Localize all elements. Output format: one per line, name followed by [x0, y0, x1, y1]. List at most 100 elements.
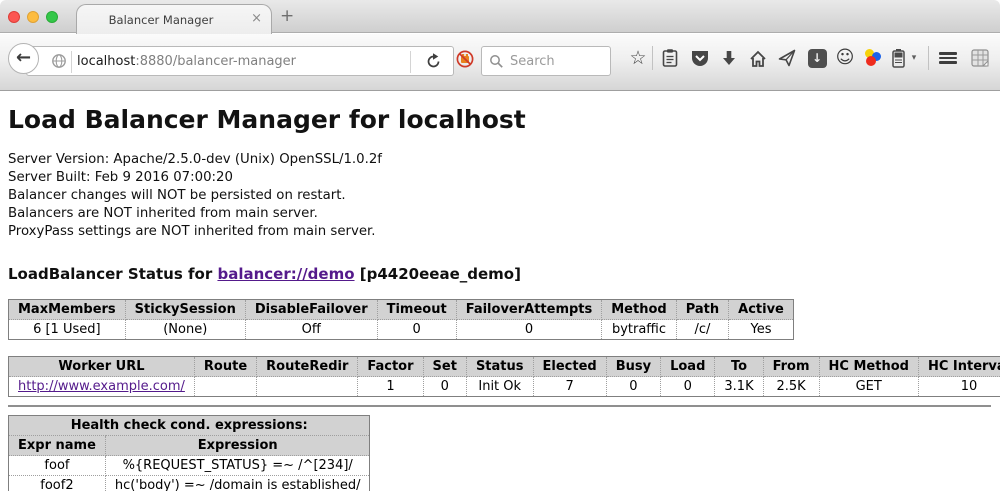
- cell-disablefailover: Off: [245, 320, 377, 340]
- cell-worker-url: http://www.example.com/: [9, 377, 195, 397]
- loadbalancer-status-heading: LoadBalancer Status for balancer://demo …: [8, 265, 991, 283]
- downloads-button[interactable]: [717, 46, 741, 70]
- browser-window: Balancer Manager × + ← localhost:8880/ba…: [0, 0, 1000, 491]
- video-download-helper-button[interactable]: ↓: [805, 46, 829, 70]
- cell-to: 3.1K: [715, 377, 763, 397]
- column-header: Path: [676, 300, 728, 320]
- search-input[interactable]: [510, 48, 606, 74]
- battery-icon: [891, 48, 906, 68]
- cell-failoverattempts: 0: [456, 320, 602, 340]
- table-header-row: MaxMembers StickySession DisableFailover…: [9, 300, 794, 320]
- colored-dots-icon: [862, 48, 882, 68]
- balancer-demo-link[interactable]: balancer://demo: [217, 265, 354, 283]
- window-minimize-button[interactable]: [27, 11, 39, 23]
- home-icon: [748, 49, 768, 68]
- health-check-table: Health check cond. expressions: Expr nam…: [8, 415, 370, 491]
- cell-elected: 7: [533, 377, 606, 397]
- reading-list-button[interactable]: [658, 46, 682, 70]
- column-header: Method: [602, 300, 676, 320]
- cell-expr-name: foof2: [9, 476, 106, 491]
- table-header-row: Worker URL Route RouteRedir Factor Set S…: [9, 357, 1000, 377]
- cell-expression: %{REQUEST_STATUS} =~ /^[234]/: [105, 456, 370, 476]
- new-tab-button[interactable]: +: [280, 6, 294, 26]
- persist-note-line: Balancer changes will NOT be persisted o…: [8, 187, 991, 205]
- tab-close-icon[interactable]: ×: [251, 11, 262, 26]
- column-header: Factor: [358, 357, 423, 377]
- navigation-toolbar: ← localhost:8880/balancer-manager: [0, 34, 1000, 91]
- window-close-button[interactable]: [8, 11, 20, 23]
- pocket-icon: [690, 49, 710, 68]
- column-header: Status: [466, 357, 533, 377]
- column-header: Route: [194, 357, 256, 377]
- server-info: Server Version: Apache/2.5.0-dev (Unix) …: [8, 151, 991, 241]
- cell-timeout: 0: [377, 320, 456, 340]
- bookmark-star-button[interactable]: ☆: [626, 46, 650, 70]
- reload-icon[interactable]: [424, 52, 443, 71]
- worker-url-link[interactable]: http://www.example.com/: [18, 379, 185, 394]
- window-zoom-button[interactable]: [46, 11, 58, 23]
- hamburger-icon: [939, 50, 957, 66]
- grid-page-icon: [970, 48, 990, 68]
- pocket-button[interactable]: [688, 46, 712, 70]
- cell-load: 0: [661, 377, 715, 397]
- cell-hc-method: GET: [819, 377, 918, 397]
- cell-path: /c/: [676, 320, 728, 340]
- extension-dropdown-button[interactable]: ▾: [906, 46, 922, 70]
- square-download-icon: ↓: [808, 49, 827, 68]
- table-row: http://www.example.com/ 1 0 Init Ok 7 0 …: [9, 377, 1000, 397]
- page-grid-extension-button[interactable]: [968, 46, 992, 70]
- send-tab-button[interactable]: [775, 46, 799, 70]
- toolbar-separator: [928, 46, 929, 70]
- column-header: To: [715, 357, 763, 377]
- cell-busy: 0: [606, 377, 660, 397]
- back-arrow-icon: ←: [16, 47, 31, 68]
- column-header: RouteRedir: [257, 357, 358, 377]
- page-content: Load Balancer Manager for localhost Serv…: [0, 91, 1000, 491]
- toolbar-separator: [652, 46, 653, 70]
- colored-dots-extension-button[interactable]: [860, 46, 884, 70]
- column-header: Timeout: [377, 300, 456, 320]
- table-caption-row: Health check cond. expressions:: [9, 416, 370, 436]
- table-row: 6 [1 Used] (None) Off 0 0 bytraffic /c/ …: [9, 320, 794, 340]
- proxypass-note-line: ProxyPass settings are NOT inherited fro…: [8, 223, 991, 241]
- titlebar: Balancer Manager × +: [0, 0, 1000, 33]
- globe-icon: [51, 53, 67, 69]
- cell-status: Init Ok: [466, 377, 533, 397]
- column-header: Active: [729, 300, 794, 320]
- url-divider: [71, 51, 72, 73]
- column-header: StickySession: [125, 300, 245, 320]
- column-header: Worker URL: [9, 357, 195, 377]
- feedback-smiley-button[interactable]: ☺: [833, 46, 857, 70]
- horizontal-rule: [8, 405, 991, 407]
- search-bar[interactable]: [481, 46, 611, 76]
- cell-set: 0: [423, 377, 466, 397]
- column-header: MaxMembers: [9, 300, 126, 320]
- column-header: Elected: [533, 357, 606, 377]
- cell-from: 2.5K: [763, 377, 819, 397]
- cell-factor: 1: [358, 377, 423, 397]
- cell-active: Yes: [729, 320, 794, 340]
- column-header: Load: [661, 357, 715, 377]
- table-header-row: Expr name Expression: [9, 436, 370, 456]
- clipboard-icon: [661, 48, 679, 68]
- tab-balancer-manager[interactable]: Balancer Manager ×: [76, 4, 272, 34]
- server-built-line: Server Built: Feb 9 2016 07:00:20: [8, 169, 991, 187]
- plugin-blocked-icon[interactable]: [456, 50, 474, 68]
- download-arrow-icon: [720, 49, 738, 68]
- star-icon: ☆: [629, 49, 646, 68]
- table-row: foof %{REQUEST_STATUS} =~ /^[234]/: [9, 456, 370, 476]
- server-version-line: Server Version: Apache/2.5.0-dev (Unix) …: [8, 151, 991, 169]
- url-text[interactable]: localhost:8880/balancer-manager: [77, 54, 296, 69]
- cell-maxmembers: 6 [1 Used]: [9, 320, 126, 340]
- tab-title: Balancer Manager: [77, 13, 245, 27]
- home-button[interactable]: [746, 46, 770, 70]
- menu-button[interactable]: [936, 46, 960, 70]
- paper-plane-icon: [777, 48, 797, 68]
- cell-expr-name: foof: [9, 456, 106, 476]
- column-header: Set: [423, 357, 466, 377]
- url-bar[interactable]: localhost:8880/balancer-manager: [26, 46, 454, 76]
- column-header: HC Interval: [918, 357, 1000, 377]
- back-button[interactable]: ←: [8, 43, 39, 74]
- column-header: DisableFailover: [245, 300, 377, 320]
- balancer-summary-table: MaxMembers StickySession DisableFailover…: [8, 299, 794, 340]
